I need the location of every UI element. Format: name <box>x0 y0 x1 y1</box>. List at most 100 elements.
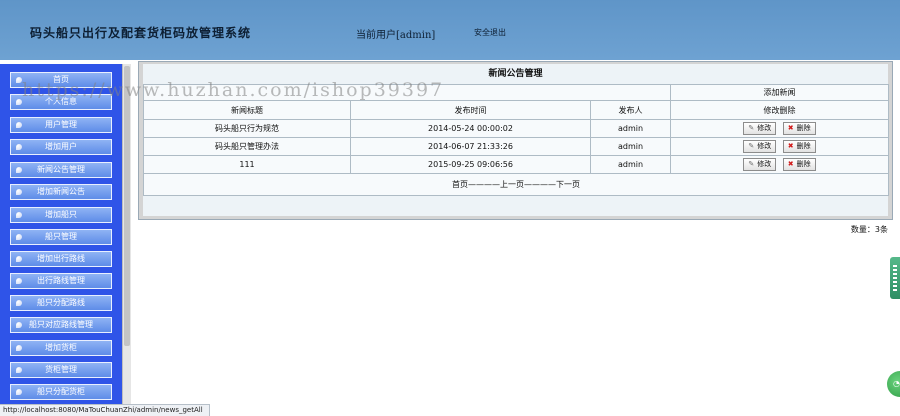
pager-separator: ———— <box>468 180 500 189</box>
floating-help-button[interactable]: ◔ <box>887 371 900 397</box>
menu-bars-icon <box>893 265 897 291</box>
sidebar-item-label: 货柜管理 <box>45 365 77 374</box>
menu-bullet-icon <box>16 367 22 373</box>
sidebar-item-add-container[interactable]: 增加货柜 <box>10 340 112 356</box>
browser-status-bar: http://localhost:8080/MaTouChuanZhi/admi… <box>0 404 210 416</box>
sidebar-menu: 首页 个人信息 用户管理 增加用户 新闻公告管理 增加新闻公告 增加船只 船只管… <box>0 64 122 416</box>
news-management-panel: 新闻公告管理 添加新闻 新闻标题 发布时间 发布人 修改删除 码头船只行为规范 … <box>138 61 893 234</box>
sidebar-item-label: 用户管理 <box>45 120 77 129</box>
sidebar-item-label: 个人信息 <box>45 97 77 106</box>
delete-x-icon: ✖ <box>787 160 794 168</box>
edit-button[interactable]: ✎ 修改 <box>743 140 777 153</box>
news-publisher-cell: admin <box>589 119 672 138</box>
add-news-cell: 添加新闻 <box>670 84 890 101</box>
menu-bullet-icon <box>16 389 22 395</box>
sidebar-item-label: 船只管理 <box>45 232 77 241</box>
sidebar-scrollbar[interactable] <box>122 64 131 416</box>
table-row: 111 2015-09-25 09:06:56 admin ✎ 修改 ✖ 删除 <box>143 155 890 174</box>
menu-bullet-icon <box>16 300 22 306</box>
menu-bullet-icon <box>16 77 22 83</box>
sidebar-item-news-management[interactable]: 新闻公告管理 <box>10 162 112 178</box>
news-publisher-cell: admin <box>589 155 672 174</box>
prev-page-link[interactable]: 上一页 <box>500 180 524 189</box>
menu-bullet-icon <box>16 278 22 284</box>
news-actions-cell: ✎ 修改 ✖ 删除 <box>670 137 890 156</box>
delete-button-label: 删除 <box>796 160 811 168</box>
edit-icon: ✎ <box>748 124 755 132</box>
add-row-spacer <box>142 84 672 101</box>
edit-icon: ✎ <box>748 160 755 168</box>
pager-row: 首页————上一页————下一页 <box>142 173 890 196</box>
news-time-cell: 2015-09-25 09:06:56 <box>350 155 591 174</box>
floating-side-tab[interactable] <box>890 257 900 299</box>
sidebar-item-user-management[interactable]: 用户管理 <box>10 117 112 133</box>
sidebar-item-label: 增加出行路线 <box>37 254 85 263</box>
delete-button[interactable]: ✖ 删除 <box>782 122 816 135</box>
sidebar-item-label: 增加用户 <box>45 142 77 151</box>
sidebar-item-label: 船只对应路线管理 <box>29 320 93 329</box>
news-time-cell: 2014-05-24 00:00:02 <box>350 119 591 138</box>
current-user-label: 当前用户[admin] <box>356 30 436 41</box>
sidebar-item-container-management[interactable]: 货柜管理 <box>10 362 112 378</box>
system-title: 码头船只出行及配套货柜码放管理系统 <box>30 26 252 40</box>
menu-bullet-icon <box>16 167 22 173</box>
edit-button[interactable]: ✎ 修改 <box>743 158 777 171</box>
sidebar-item-label: 船只分配路线 <box>37 298 85 307</box>
delete-button-label: 删除 <box>796 142 811 150</box>
menu-bullet-icon <box>16 144 22 150</box>
menu-bullet-icon <box>16 122 22 128</box>
menu-bullet-icon <box>16 234 22 240</box>
news-title-cell: 111 <box>143 155 351 174</box>
column-header-title: 新闻标题 <box>143 100 351 120</box>
pager: 首页————上一页————下一页 <box>142 173 890 196</box>
edit-icon: ✎ <box>748 142 755 150</box>
delete-button[interactable]: ✖ 删除 <box>782 140 816 153</box>
sidebar-item-label: 首页 <box>53 75 69 84</box>
edit-button-label: 修改 <box>757 124 772 132</box>
edit-button-label: 修改 <box>757 160 772 168</box>
menu-bullet-icon <box>16 322 22 328</box>
menu-bullet-icon <box>16 212 22 218</box>
column-header-time: 发布时间 <box>350 100 591 120</box>
sidebar-item-label: 增加船只 <box>45 210 77 219</box>
first-page-link[interactable]: 首页 <box>452 180 468 189</box>
column-header-publisher: 发布人 <box>589 100 672 120</box>
sidebar-item-profile[interactable]: 个人信息 <box>10 94 112 110</box>
sidebar-item-ship-assign-container[interactable]: 船只分配货柜 <box>10 384 112 400</box>
sidebar-item-ship-route-management[interactable]: 船只对应路线管理 <box>10 317 112 333</box>
edit-button-label: 修改 <box>757 142 772 150</box>
sidebar-item-add-route[interactable]: 增加出行路线 <box>10 251 112 267</box>
edit-button[interactable]: ✎ 修改 <box>743 122 777 135</box>
add-news-link[interactable]: 添加新闻 <box>764 88 796 97</box>
record-count: 数量：3条 <box>850 225 888 234</box>
sidebar-scroll-thumb[interactable] <box>124 66 130 346</box>
news-title-cell: 码头船只行为规范 <box>143 119 351 138</box>
menu-bullet-icon <box>16 189 22 195</box>
table-row: 码头船只管理办法 2014-06-07 21:33:26 admin ✎ 修改 ✖… <box>143 137 890 156</box>
menu-bullet-icon <box>16 99 22 105</box>
delete-button-label: 删除 <box>796 124 811 132</box>
sidebar-item-ship-assign-route[interactable]: 船只分配路线 <box>10 295 112 311</box>
sidebar-item-add-news[interactable]: 增加新闻公告 <box>10 184 112 200</box>
logout-link[interactable]: 安全退出 <box>474 27 506 38</box>
sidebar-item-label: 增加货柜 <box>45 343 77 352</box>
sidebar-item-home[interactable]: 首页 <box>10 72 112 88</box>
news-actions-cell: ✎ 修改 ✖ 删除 <box>670 155 890 174</box>
pager-separator: ———— <box>524 180 556 189</box>
sidebar-item-label: 新闻公告管理 <box>37 165 85 174</box>
news-table: 添加新闻 新闻标题 发布时间 发布人 修改删除 码头船只行为规范 2014-05… <box>142 84 890 196</box>
sidebar: 首页 个人信息 用户管理 增加用户 新闻公告管理 增加新闻公告 增加船只 船只管… <box>0 64 131 416</box>
chat-bubble-icon: ◔ <box>893 379 900 388</box>
column-header-actions: 修改删除 <box>670 100 890 120</box>
sidebar-item-route-management[interactable]: 出行路线管理 <box>10 273 112 289</box>
sidebar-item-ship-management[interactable]: 船只管理 <box>10 229 112 245</box>
sidebar-item-add-ship[interactable]: 增加船只 <box>10 207 112 223</box>
delete-x-icon: ✖ <box>787 142 794 150</box>
delete-button[interactable]: ✖ 删除 <box>782 158 816 171</box>
header-bar: 码头船只出行及配套货柜码放管理系统 当前用户[admin] 安全退出 <box>0 0 900 60</box>
news-time-cell: 2014-06-07 21:33:26 <box>350 137 591 156</box>
sidebar-item-add-user[interactable]: 增加用户 <box>10 139 112 155</box>
sidebar-item-label: 增加新闻公告 <box>37 187 85 196</box>
next-page-link[interactable]: 下一页 <box>556 180 580 189</box>
news-title-cell: 码头船只管理办法 <box>143 137 351 156</box>
